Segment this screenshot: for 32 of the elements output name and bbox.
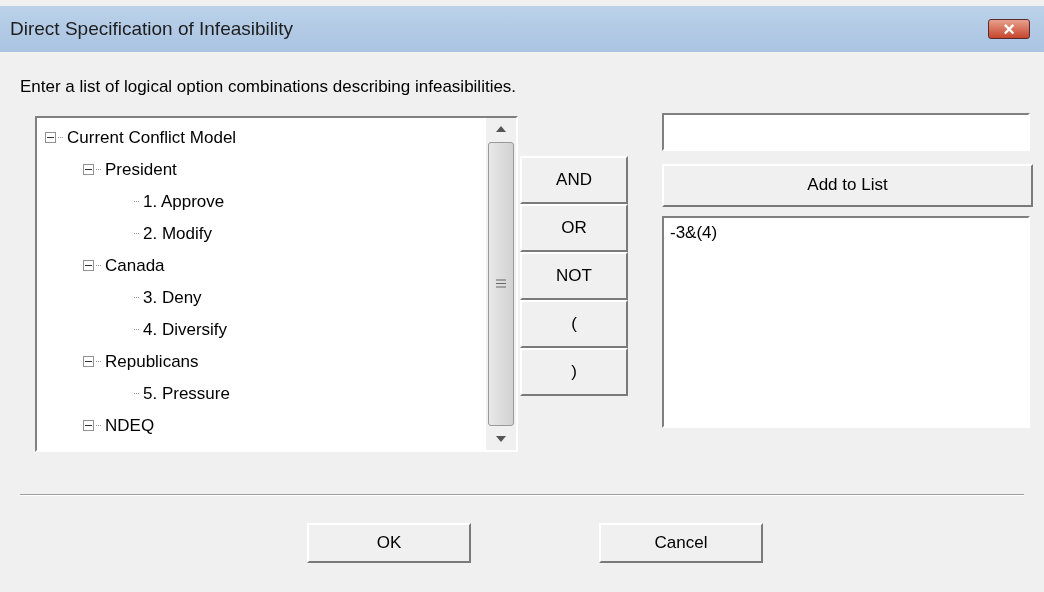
operator-button[interactable]: OR	[520, 203, 628, 252]
scroll-up-icon[interactable]	[496, 125, 506, 132]
collapse-icon[interactable]	[83, 164, 94, 175]
tree-item[interactable]: Current Conflict Model	[65, 124, 239, 151]
scrollbar[interactable]	[486, 117, 516, 450]
cancel-button[interactable]: Cancel	[599, 522, 763, 563]
list-item[interactable]: -3&(4)	[670, 219, 718, 245]
ok-button[interactable]: OK	[307, 522, 471, 563]
operator-button[interactable]: NOT	[520, 251, 628, 300]
collapse-icon[interactable]	[83, 356, 94, 367]
scrollbar-thumb[interactable]	[488, 141, 514, 426]
tree-item[interactable]: 3. Deny	[141, 284, 204, 311]
grip-icon	[496, 279, 506, 288]
add-to-list-button[interactable]: Add to List	[662, 163, 1033, 207]
instruction-text: Enter a list of logical option combinations describing infeasibilities.	[20, 76, 518, 98]
tree-item[interactable]: 1. Approve	[141, 188, 227, 215]
tree-item[interactable]: 4. Diversify	[141, 316, 230, 343]
tree-item[interactable]: Canada	[103, 252, 167, 279]
collapse-icon[interactable]	[83, 420, 94, 431]
expression-field[interactable]	[662, 112, 1030, 151]
tree-item[interactable]: Republicans	[103, 348, 201, 375]
operator-button[interactable]: (	[520, 299, 628, 348]
window-title: Direct Specification of Infeasibility	[10, 16, 293, 41]
operator-button[interactable]: AND	[520, 155, 628, 204]
tree-item[interactable]: 5. Pressure	[141, 380, 232, 407]
collapse-icon[interactable]	[45, 132, 56, 143]
tree-item[interactable]: NDEQ	[103, 412, 157, 439]
scroll-down-icon[interactable]	[496, 435, 506, 442]
collapse-icon[interactable]	[83, 260, 94, 271]
tree-item[interactable]: President	[103, 156, 179, 183]
operator-button[interactable]: )	[520, 347, 628, 396]
tree-item[interactable]: 2. Modify	[141, 220, 214, 247]
